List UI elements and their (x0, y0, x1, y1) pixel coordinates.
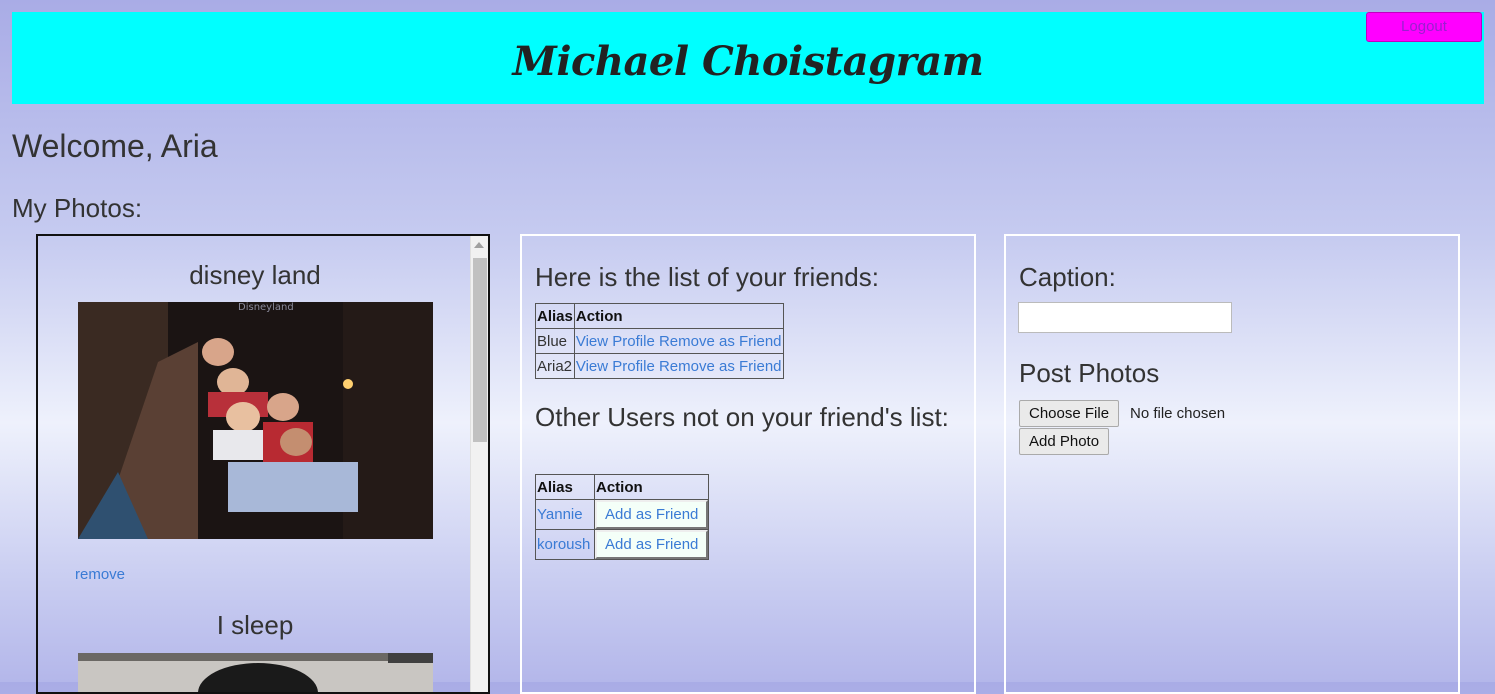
table-header-row: Alias Action (535, 303, 784, 329)
choose-file-button[interactable]: Choose File (1019, 400, 1120, 427)
welcome-heading: Welcome, Aria (12, 128, 218, 164)
user-alias-link[interactable]: Yannie (535, 499, 595, 530)
user-actions: Add as Friend (593, 529, 710, 560)
table-row: koroush Add as Friend (535, 529, 710, 560)
logout-button[interactable]: Logout (1366, 12, 1482, 42)
add-friend-button[interactable]: Add as Friend (595, 530, 709, 559)
site-header: Michael Choistagram Logout (12, 12, 1484, 104)
table-row: Yannie Add as Friend (535, 499, 710, 530)
friends-table: Alias Action Blue View Profile Remove as… (535, 303, 784, 379)
remove-friend-link[interactable]: Remove as Friend (659, 333, 782, 350)
view-profile-link[interactable]: View Profile (576, 333, 655, 350)
caption-input[interactable] (1018, 302, 1232, 333)
scroll-thumb[interactable] (473, 258, 487, 442)
friends-panel: Here is the list of your friends: Alias … (520, 234, 976, 694)
view-profile-link[interactable]: View Profile (576, 358, 655, 375)
my-photos-heading: My Photos: (12, 193, 143, 223)
photos-panel[interactable]: disney land Disneyland remove I sleep (36, 234, 490, 694)
photo-caption: I sleep (216, 610, 294, 640)
user-alias-link[interactable]: koroush (535, 529, 595, 560)
column-header-alias: Alias (535, 303, 575, 329)
friend-actions: View Profile Remove as Friend (573, 328, 784, 354)
remove-photo-link[interactable]: remove (75, 566, 125, 583)
friend-alias: Aria2 (535, 353, 575, 379)
photos-scrollbar[interactable] (470, 236, 488, 692)
user-alias[interactable]: Yannie (537, 506, 583, 523)
no-file-text: No file chosen (1130, 405, 1226, 422)
post-photo-panel: Caption: Post Photos Choose File No file… (1004, 234, 1460, 694)
remove-friend-link[interactable]: Remove as Friend (659, 358, 782, 375)
svg-text:Disneyland: Disneyland (238, 302, 294, 313)
post-photos-heading: Post Photos (1019, 358, 1160, 388)
other-users-heading: Other Users not on your friend's list: (535, 402, 949, 432)
caption-label: Caption: (1019, 262, 1116, 292)
scroll-up-arrow-icon[interactable] (474, 242, 484, 248)
photo-caption: disney land (189, 260, 321, 290)
friend-actions: View Profile Remove as Friend (573, 353, 784, 379)
photo-image: Disneyland (78, 302, 433, 539)
add-photo-button[interactable]: Add Photo (1019, 428, 1110, 455)
user-actions: Add as Friend (593, 499, 710, 530)
add-friend-button[interactable]: Add as Friend (595, 500, 709, 529)
friend-alias: Blue (535, 328, 575, 354)
other-users-table: Alias Action Yannie Add as Friend korous… (535, 474, 710, 560)
table-row: Aria2 View Profile Remove as Friend (535, 353, 784, 379)
table-header-row: Alias Action (535, 474, 710, 500)
table-row: Blue View Profile Remove as Friend (535, 328, 784, 354)
column-header-action: Action (573, 303, 784, 329)
site-title: Michael Choistagram (512, 38, 984, 85)
column-header-alias: Alias (535, 474, 595, 500)
column-header-action: Action (593, 474, 710, 500)
photo-image (78, 653, 433, 692)
friends-heading: Here is the list of your friends: (535, 262, 879, 292)
user-alias[interactable]: koroush (537, 536, 590, 553)
